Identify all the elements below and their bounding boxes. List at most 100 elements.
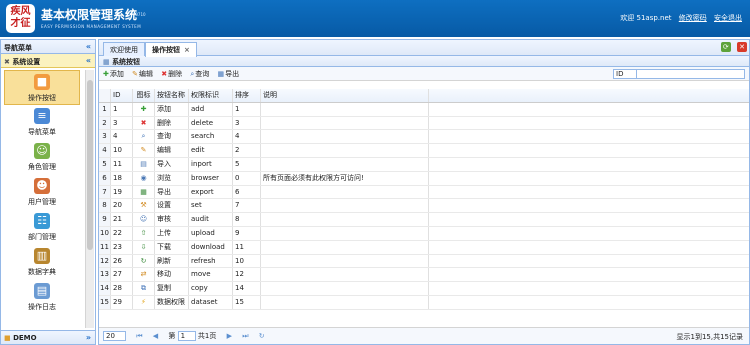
column-header[interactable]: 按钮名称 [155, 89, 189, 102]
table-row[interactable]: 1 1 ✚ 添加 add 1 [99, 102, 749, 117]
table-row[interactable]: 15 29 ⚡ 数据权限 dataset 15 [99, 295, 749, 310]
row-number: 11 [99, 240, 111, 254]
row-icon: ✚ [133, 102, 155, 116]
sidebar-item-menu[interactable]: ≡ 导航菜单 [1, 105, 83, 140]
tab-bar: 欢迎使用 操作按钮 × ⟳ ✕ [99, 40, 749, 57]
add-button[interactable]: ✚添加 [103, 69, 124, 79]
table-cell: 12 [233, 268, 261, 282]
collapse-icon[interactable]: « [86, 42, 91, 51]
table-cell: 数据权限 [155, 295, 189, 309]
table-cell [261, 240, 429, 254]
prev-page-icon[interactable]: ◀ [153, 332, 158, 340]
delete-button[interactable]: ✖删除 [161, 69, 182, 79]
close-icon[interactable]: × [184, 46, 190, 54]
scroll-thumb[interactable] [87, 80, 93, 250]
table-cell [261, 213, 429, 226]
row-number: 15 [99, 295, 111, 309]
table-row[interactable]: 3 4 ⌕ 查询 search 4 [99, 130, 749, 145]
edit-button[interactable]: ✎编辑 [132, 69, 153, 79]
column-header[interactable]: ID [111, 89, 133, 102]
row-number: 4 [99, 144, 111, 157]
row-icon: ☺ [133, 213, 155, 226]
table-cell: 查询 [155, 130, 189, 144]
app-header: 疾风 才征 基本权限管理系统 v0710 EASY PERMISSION MAN… [0, 0, 750, 37]
sidebar-item-buttons[interactable]: ■ 操作按钮 [4, 70, 80, 105]
change-password-link[interactable]: 修改密码 [679, 14, 707, 22]
table-cell: add [189, 102, 233, 116]
pager-info: 显示1到15,共15记录 [676, 333, 744, 341]
table-cell: 3 [111, 116, 133, 130]
column-header[interactable]: 排序 [233, 89, 261, 102]
search-field-select[interactable]: ID [614, 70, 634, 78]
table-cell: 27 [111, 268, 133, 282]
refresh-icon[interactable]: ⟳ [720, 42, 731, 52]
sidebar-item-departments[interactable]: ☷ 部门管理 [1, 210, 83, 245]
table-cell: 1 [111, 102, 133, 116]
row-icon: ▦ [133, 185, 155, 199]
logo: 疾风 才征 [6, 4, 35, 33]
row-number: 12 [99, 254, 111, 268]
first-page-icon[interactable]: ⏮ [136, 332, 142, 341]
column-header[interactable]: 说明 [261, 89, 429, 102]
table-cell [261, 102, 429, 116]
table-row[interactable]: 4 10 ✎ 编辑 edit 2 [99, 144, 749, 158]
refresh-page-icon[interactable]: ↻ [259, 332, 265, 340]
search-input[interactable] [636, 70, 744, 78]
table-row[interactable]: 5 11 ▤ 导入 inport 5 [99, 157, 749, 172]
chevron-down-icon[interactable]: » [86, 333, 91, 342]
table-row[interactable]: 13 27 ⇄ 移动 move 12 [99, 268, 749, 283]
table-row[interactable]: 14 28 ⧉ 复制 copy 14 [99, 282, 749, 296]
last-page-icon[interactable]: ⏭ [242, 332, 248, 341]
export-button[interactable]: ▦导出 [217, 69, 239, 79]
table-cell: inport [189, 157, 233, 171]
table-cell: 23 [111, 240, 133, 254]
table-row[interactable]: 6 18 ◉ 浏览 browser 0 所有页面必须有此权限方可访问! [99, 171, 749, 186]
column-header[interactable]: 权限标识 [189, 89, 233, 102]
table-cell: refresh [189, 254, 233, 268]
accordion-header-settings[interactable]: ✖ 系统设置 « [1, 54, 95, 68]
search-box[interactable]: ID [613, 69, 745, 79]
page-input[interactable]: 1 [177, 331, 196, 341]
table-row[interactable]: 10 22 ⇧ 上传 upload 9 [99, 226, 749, 241]
table-cell [261, 254, 429, 268]
total-pages: 共1页 [197, 332, 217, 340]
table-cell: search [189, 130, 233, 144]
nav-list: ■ 操作按钮 ≡ 导航菜单 ☺ 角色管理 ☻ 用户管理 ☷ 部门管理 ▥ 数据字典 ▤ 操作日… [1, 70, 83, 328]
accordion-header-demo[interactable]: ■ DEMO» [1, 330, 95, 344]
row-number-header [99, 89, 111, 102]
tab-welcome[interactable]: 欢迎使用 [103, 42, 145, 56]
book-icon: ▥ [34, 248, 50, 264]
column-header[interactable]: 图标 [133, 89, 155, 102]
sidebar-item-logs[interactable]: ▤ 操作日志 [1, 280, 83, 315]
sidebar-scrollbar[interactable] [85, 70, 94, 328]
table-cell: 28 [111, 282, 133, 295]
panel-title: ▦ 系统按钮 [99, 56, 749, 67]
search-button[interactable]: ⌕查询 [190, 69, 209, 79]
table-cell: 审核 [155, 213, 189, 226]
table-row[interactable]: 11 23 ⇩ 下载 download 11 [99, 240, 749, 255]
table-row[interactable]: 2 3 ✖ 删除 delete 3 [99, 116, 749, 131]
table-cell: 5 [233, 157, 261, 171]
tab-buttons[interactable]: 操作按钮 × [145, 42, 197, 57]
page-size-select[interactable]: 20 [103, 331, 126, 341]
close-all-icon[interactable]: ✕ [737, 42, 747, 52]
table-cell: set [189, 199, 233, 213]
table-cell: 导入 [155, 157, 189, 171]
table-row[interactable]: 8 20 ⚒ 设置 set 7 [99, 199, 749, 214]
table-row[interactable]: 9 21 ☺ 审核 audit 8 [99, 213, 749, 227]
table-cell [261, 130, 429, 144]
row-icon: ↻ [133, 254, 155, 268]
row-number: 6 [99, 171, 111, 185]
next-page-icon[interactable]: ▶ [227, 332, 232, 340]
row-number: 1 [99, 102, 111, 116]
sidebar-item-roles[interactable]: ☺ 角色管理 [1, 140, 83, 175]
sidebar-item-users[interactable]: ☻ 用户管理 [1, 175, 83, 210]
logout-link[interactable]: 安全退出 [714, 14, 742, 22]
table-cell: 导出 [155, 185, 189, 199]
sidebar-item-dictionary[interactable]: ▥ 数据字典 [1, 245, 83, 280]
table-row[interactable]: 7 19 ▦ 导出 export 6 [99, 185, 749, 200]
table-cell [261, 268, 429, 282]
chevron-up-icon[interactable]: « [86, 56, 91, 65]
table-row[interactable]: 12 26 ↻ 刷新 refresh 10 [99, 254, 749, 269]
row-icon: ✖ [133, 116, 155, 130]
